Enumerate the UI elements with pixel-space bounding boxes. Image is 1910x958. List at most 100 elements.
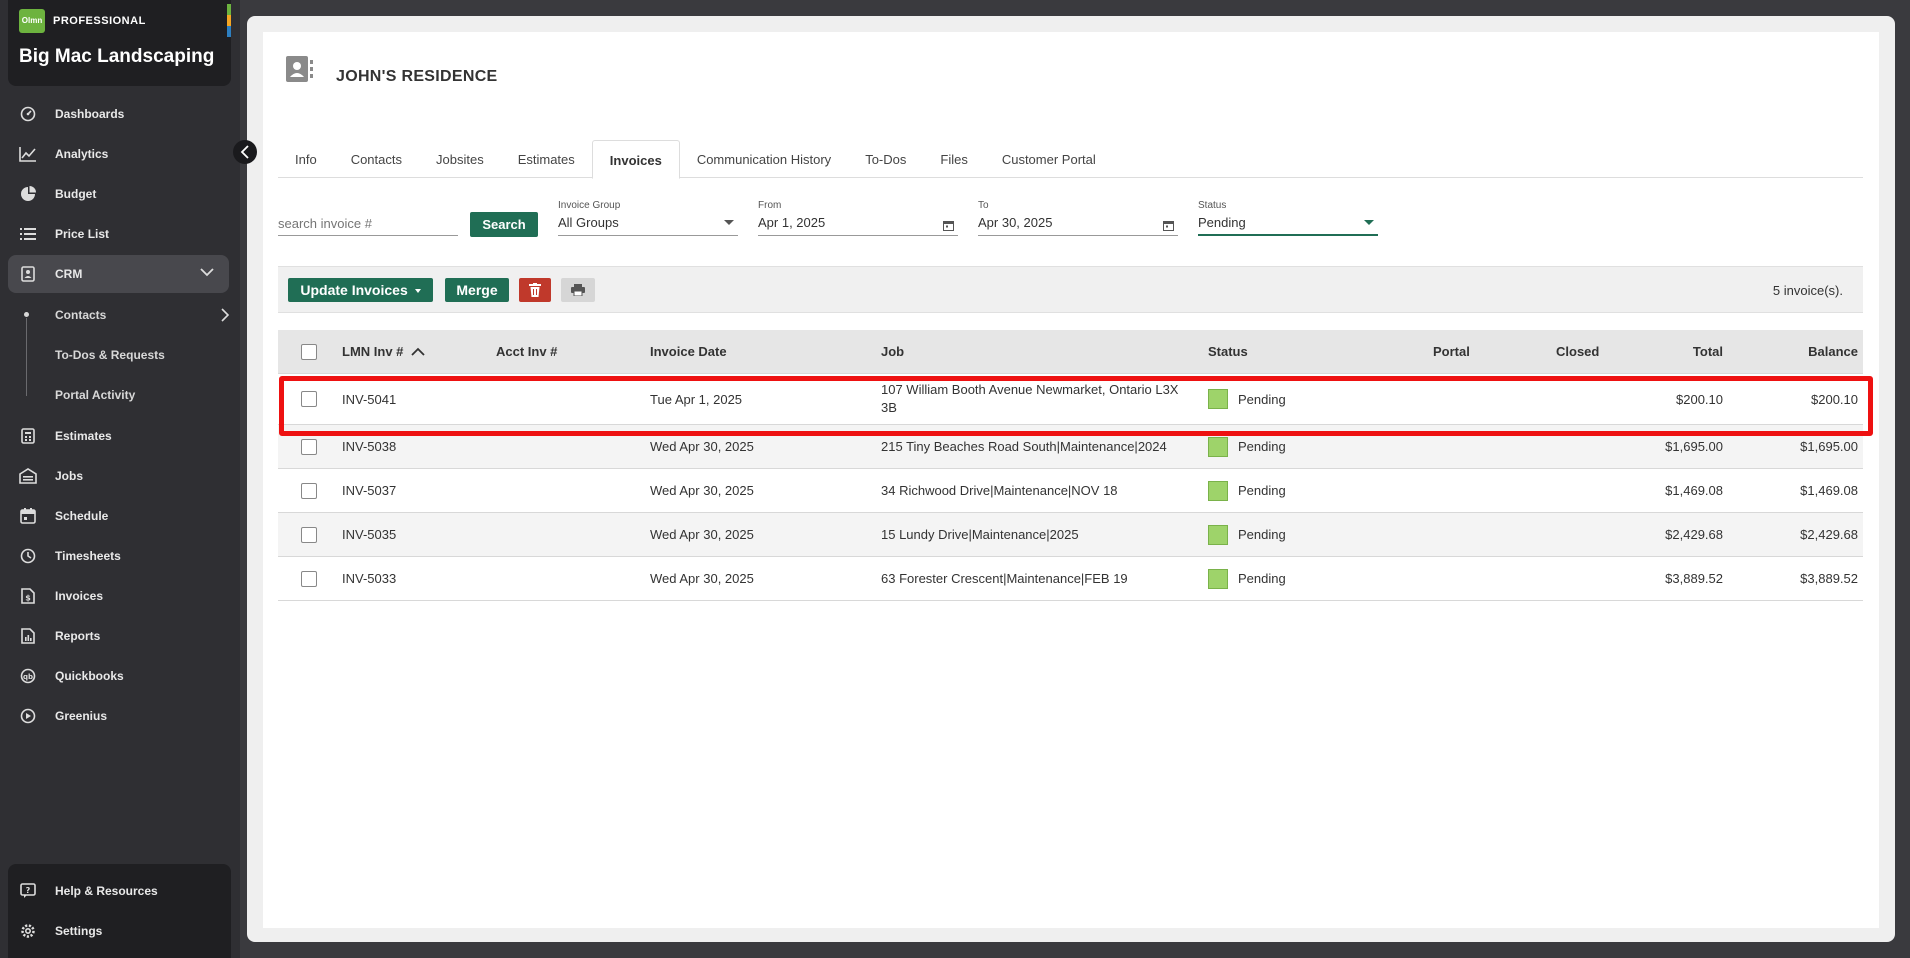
sidebar-item-jobs[interactable]: Jobs: [8, 457, 229, 495]
delete-button[interactable]: [519, 278, 551, 302]
greenius-icon: [18, 706, 38, 726]
quickbooks-icon: qb: [18, 666, 38, 686]
sidebar-item-timesheets[interactable]: Timesheets: [8, 537, 229, 575]
sidebar-item-price-list[interactable]: Price List: [8, 215, 229, 253]
chevron-right-icon: [220, 307, 230, 326]
sidebar-item-label: Estimates: [55, 429, 112, 443]
col-lmn-inv[interactable]: LMN Inv #: [342, 330, 426, 373]
print-button[interactable]: [561, 278, 595, 302]
sort-asc-icon: [411, 347, 426, 356]
from-value: Apr 1, 2025: [758, 215, 826, 230]
help-icon: ?: [18, 881, 38, 901]
invoice-group-select[interactable]: Invoice Group All Groups: [558, 200, 738, 236]
tab-customer-portal[interactable]: Customer Portal: [985, 140, 1113, 178]
row-checkbox[interactable]: [301, 526, 317, 543]
tab-jobsites[interactable]: Jobsites: [419, 140, 501, 178]
status-text: Pending: [1238, 527, 1286, 542]
merge-button[interactable]: Merge: [445, 278, 509, 302]
invoice-search-input[interactable]: [278, 216, 458, 231]
status-text: Pending: [1238, 439, 1286, 454]
cell-invoice-date: Wed Apr 30, 2025: [650, 527, 754, 542]
lmn-logo: Olmn: [19, 9, 45, 33]
row-checkbox[interactable]: [301, 570, 317, 587]
tab-todos[interactable]: To-Dos: [848, 140, 923, 178]
caret-down-icon: [1364, 220, 1374, 225]
cell-job: 15 Lundy Drive|Maintenance|2025: [881, 527, 1079, 542]
table-row[interactable]: INV-5037 Wed Apr 30, 2025 34 Richwood Dr…: [278, 469, 1863, 513]
col-acct-inv[interactable]: Acct Inv #: [496, 330, 557, 373]
select-all-checkbox[interactable]: [301, 343, 317, 360]
col-status[interactable]: Status: [1208, 330, 1248, 373]
dashboard-icon: [18, 104, 38, 124]
tab-communication-history[interactable]: Communication History: [680, 140, 848, 178]
tab-contacts[interactable]: Contacts: [334, 140, 419, 178]
row-checkbox[interactable]: [301, 482, 317, 499]
sidebar-item-label: CRM: [55, 267, 83, 281]
col-total[interactable]: Total: [1693, 330, 1723, 373]
calendar-icon[interactable]: [1163, 218, 1174, 236]
cell-total: $2,429.68: [1665, 527, 1723, 542]
tab-estimates[interactable]: Estimates: [501, 140, 592, 178]
table-row[interactable]: INV-5035 Wed Apr 30, 2025 15 Lundy Drive…: [278, 513, 1863, 557]
update-invoices-button[interactable]: Update Invoices: [288, 278, 433, 302]
search-button[interactable]: Search: [470, 212, 538, 237]
tab-bar: Info Contacts Jobsites Estimates Invoice…: [278, 140, 1863, 179]
to-value-box: Apr 30, 2025: [978, 214, 1178, 236]
invoice-search-field[interactable]: [278, 216, 458, 236]
budget-icon: [18, 184, 38, 204]
col-invoice-date[interactable]: Invoice Date: [650, 330, 727, 373]
sidebar-subitem-label: Contacts: [55, 308, 107, 322]
table-row[interactable]: INV-5033 Wed Apr 30, 2025 63 Forester Cr…: [278, 557, 1863, 601]
calendar-icon[interactable]: [943, 218, 954, 236]
sidebar-item-settings[interactable]: Settings: [8, 912, 229, 950]
sidebar-collapse-button[interactable]: [233, 140, 257, 164]
sidebar-item-crm[interactable]: CRM: [8, 255, 229, 293]
from-date-field[interactable]: From Apr 1, 2025: [758, 200, 958, 236]
jobs-icon: [18, 466, 38, 486]
cell-lmn-inv[interactable]: INV-5033: [342, 557, 396, 600]
sidebar-item-label: Price List: [55, 227, 110, 241]
row-checkbox[interactable]: [301, 438, 317, 455]
crm-sub-active-dot: [24, 312, 29, 317]
invoice-group-label: Invoice Group: [558, 200, 621, 211]
tab-info[interactable]: Info: [278, 140, 334, 178]
col-closed[interactable]: Closed: [1556, 330, 1599, 373]
sidebar-subitem-todos[interactable]: To-Dos & Requests: [55, 348, 165, 362]
sidebar-item-quickbooks[interactable]: qb Quickbooks: [8, 657, 229, 695]
caret-down-icon: [724, 220, 734, 225]
status-swatch: [1208, 568, 1228, 589]
sidebar-item-label: Analytics: [55, 147, 109, 161]
col-job[interactable]: Job: [881, 330, 904, 373]
sidebar-item-label: Invoices: [55, 589, 104, 603]
sidebar-item-greenius[interactable]: Greenius: [8, 697, 229, 735]
col-balance[interactable]: Balance: [1808, 330, 1858, 373]
sidebar-item-reports[interactable]: Reports: [8, 617, 229, 655]
chevron-down-icon[interactable]: [199, 264, 215, 283]
sidebar-item-help[interactable]: ? Help & Resources: [8, 872, 229, 910]
invoice-group-value-box: All Groups: [558, 214, 738, 236]
sidebar-subitem-portal-activity[interactable]: Portal Activity: [55, 388, 135, 402]
sidebar-item-estimates[interactable]: Estimates: [8, 417, 229, 455]
sidebar-item-dashboards[interactable]: Dashboards: [8, 95, 229, 133]
tab-files[interactable]: Files: [923, 140, 984, 178]
tab-invoices[interactable]: Invoices: [591, 140, 680, 179]
cell-status: Pending: [1208, 513, 1286, 556]
row-checkbox-cell: [301, 513, 317, 556]
sidebar-item-analytics[interactable]: Analytics: [8, 135, 229, 173]
sidebar-item-schedule[interactable]: Schedule: [8, 497, 229, 535]
cell-lmn-inv[interactable]: INV-5037: [342, 469, 396, 512]
cell-job: 34 Richwood Drive|Maintenance|NOV 18: [881, 483, 1118, 498]
estimates-icon: [18, 426, 38, 446]
status-select[interactable]: Status Pending: [1198, 200, 1378, 236]
to-date-field[interactable]: To Apr 30, 2025: [978, 200, 1178, 236]
cell-status: Pending: [1208, 557, 1286, 600]
col-portal[interactable]: Portal: [1433, 330, 1470, 373]
invoice-group-value: All Groups: [558, 215, 619, 230]
content-panel: Info Contacts Jobsites Estimates Invoice…: [263, 122, 1879, 928]
cell-lmn-inv[interactable]: INV-5035: [342, 513, 396, 556]
sidebar-subitem-contacts[interactable]: Contacts: [55, 308, 230, 322]
sidebar-item-budget[interactable]: Budget: [8, 175, 229, 213]
cell-total: $3,889.52: [1665, 571, 1723, 586]
sidebar-item-invoices[interactable]: $ Invoices: [8, 577, 229, 615]
invoices-icon: $: [18, 586, 38, 606]
